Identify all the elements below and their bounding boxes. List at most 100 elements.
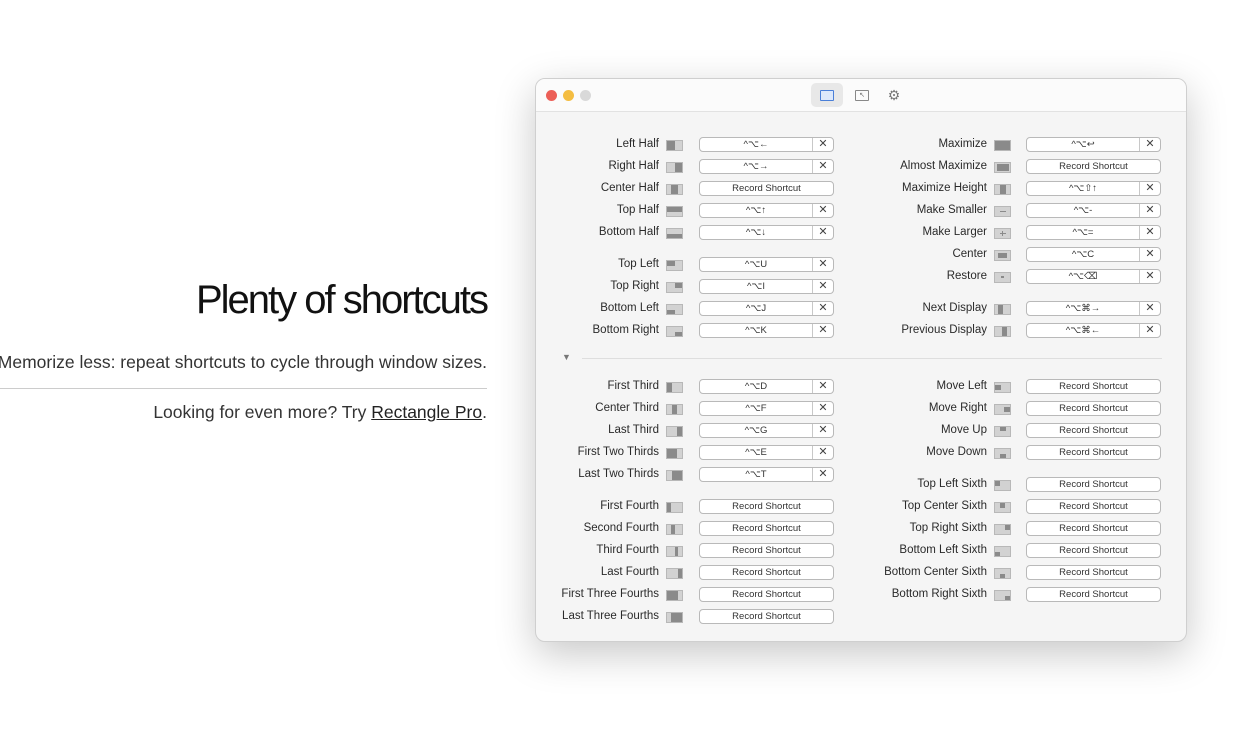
shortcut-recorder[interactable]: ^⌥↩ ✕ bbox=[1026, 137, 1161, 152]
icon-fill bbox=[1001, 327, 1007, 336]
shortcut-recorder[interactable]: Record Shortcut bbox=[1026, 423, 1161, 438]
shortcut-recorder[interactable]: Record Shortcut bbox=[699, 543, 834, 558]
shortcut-recorder[interactable]: ^⌥→ ✕ bbox=[699, 159, 834, 174]
move-left-icon bbox=[994, 382, 1011, 393]
clear-shortcut-button[interactable]: ✕ bbox=[812, 424, 833, 437]
shortcut-recorder[interactable]: ^⌥⌘→ ✕ bbox=[1026, 301, 1161, 316]
clear-shortcut-button[interactable]: ✕ bbox=[812, 468, 833, 481]
shortcut-label: Bottom Center Sixth bbox=[884, 566, 987, 578]
clear-shortcut-button[interactable]: ✕ bbox=[812, 226, 833, 239]
clear-shortcut-button[interactable]: ✕ bbox=[1139, 204, 1160, 217]
shortcut-value: Record Shortcut bbox=[732, 589, 801, 600]
icon-fill bbox=[670, 525, 675, 534]
clear-shortcut-button[interactable]: ✕ bbox=[812, 280, 833, 293]
clear-shortcut-button[interactable]: ✕ bbox=[812, 160, 833, 173]
shortcut-recorder[interactable]: ^⌥↓ ✕ bbox=[699, 225, 834, 240]
icon-fill bbox=[667, 261, 675, 266]
tab-snap-areas[interactable]: ↖ bbox=[846, 83, 878, 107]
top-left-sixth-icon bbox=[994, 480, 1011, 491]
top-right-sixth-icon bbox=[994, 524, 1011, 535]
shortcut-recorder[interactable]: Record Shortcut bbox=[1026, 521, 1161, 536]
center-half-icon bbox=[666, 184, 683, 195]
divider bbox=[0, 388, 487, 389]
shortcut-recorder[interactable]: ^⌥F ✕ bbox=[699, 401, 834, 416]
shortcut-recorder[interactable]: ^⌥C ✕ bbox=[1026, 247, 1161, 262]
top-left-icon bbox=[666, 260, 683, 271]
shortcut-recorder[interactable]: Record Shortcut bbox=[1026, 565, 1161, 580]
bottom-center-sixth-icon bbox=[994, 568, 1011, 579]
minimize-button[interactable] bbox=[563, 90, 574, 101]
tab-settings[interactable]: ⚙ bbox=[878, 83, 910, 107]
shortcut-label: Move Up bbox=[940, 424, 987, 436]
left-half-icon bbox=[666, 140, 683, 151]
clear-shortcut-button[interactable]: ✕ bbox=[812, 138, 833, 151]
clear-shortcut-button[interactable]: ✕ bbox=[1139, 182, 1160, 195]
shortcut-recorder[interactable]: Record Shortcut bbox=[1026, 499, 1161, 514]
disclosure-triangle-icon[interactable]: ▼ bbox=[562, 352, 571, 362]
last-third-icon bbox=[666, 426, 683, 437]
shortcut-recorder[interactable]: ^⌥J ✕ bbox=[699, 301, 834, 316]
shortcut-label: Top Right bbox=[610, 280, 659, 292]
hero-title: Plenty of shortcuts bbox=[195, 278, 489, 322]
shortcut-recorder[interactable]: ^⌥↑ ✕ bbox=[699, 203, 834, 218]
shortcut-recorder[interactable]: Record Shortcut bbox=[699, 609, 834, 624]
clear-shortcut-button[interactable]: ✕ bbox=[812, 402, 833, 415]
shortcut-label: Bottom Right bbox=[592, 324, 659, 336]
shortcut-recorder[interactable]: Record Shortcut bbox=[699, 499, 834, 514]
zoom-button[interactable] bbox=[580, 90, 591, 101]
shortcut-recorder[interactable]: Record Shortcut bbox=[1026, 159, 1161, 174]
shortcut-recorder[interactable]: Record Shortcut bbox=[1026, 445, 1161, 460]
shortcut-recorder[interactable]: Record Shortcut bbox=[699, 565, 834, 580]
clear-shortcut-button[interactable]: ✕ bbox=[812, 258, 833, 271]
shortcut-recorder[interactable]: ^⌥⌘← ✕ bbox=[1026, 323, 1161, 338]
icon-fill bbox=[674, 163, 682, 172]
clear-shortcut-button[interactable]: ✕ bbox=[812, 324, 833, 337]
clear-shortcut-button[interactable]: ✕ bbox=[812, 446, 833, 459]
rectangle-pro-link[interactable]: Rectangle Pro bbox=[371, 402, 482, 422]
clear-shortcut-button[interactable]: ✕ bbox=[1139, 226, 1160, 239]
shortcut-value: ^⌥⌫ bbox=[1068, 271, 1098, 282]
shortcut-recorder[interactable]: ^⌥T ✕ bbox=[699, 467, 834, 482]
shortcut-recorder[interactable]: ^⌥K ✕ bbox=[699, 323, 834, 338]
shortcut-value: Record Shortcut bbox=[732, 545, 801, 556]
shortcut-value: ^⌥⌘→ bbox=[1065, 303, 1101, 314]
icon-fill bbox=[671, 471, 682, 480]
tab-shortcuts[interactable] bbox=[811, 83, 843, 107]
clear-shortcut-button[interactable]: ✕ bbox=[1139, 138, 1160, 151]
more-suffix: . bbox=[482, 402, 487, 422]
clear-shortcut-button[interactable]: ✕ bbox=[1139, 324, 1160, 337]
shortcut-recorder[interactable]: ^⌥U ✕ bbox=[699, 257, 834, 272]
shortcut-recorder[interactable]: Record Shortcut bbox=[1026, 379, 1161, 394]
shortcut-recorder[interactable]: ^⌥G ✕ bbox=[699, 423, 834, 438]
shortcut-recorder[interactable]: Record Shortcut bbox=[1026, 477, 1161, 492]
clear-shortcut-button[interactable]: ✕ bbox=[812, 204, 833, 217]
shortcut-recorder[interactable]: ^⌥← ✕ bbox=[699, 137, 834, 152]
clear-shortcut-button[interactable]: ✕ bbox=[812, 302, 833, 315]
shortcut-label: Maximize Height bbox=[902, 182, 987, 194]
shortcut-recorder[interactable]: Record Shortcut bbox=[699, 181, 834, 196]
clear-shortcut-button[interactable]: ✕ bbox=[1139, 270, 1160, 283]
shortcut-recorder[interactable]: Record Shortcut bbox=[1026, 401, 1161, 416]
icon-fill bbox=[678, 569, 682, 578]
shortcut-recorder[interactable]: ^⌥D ✕ bbox=[699, 379, 834, 394]
shortcut-recorder[interactable]: Record Shortcut bbox=[1026, 587, 1161, 602]
shortcut-recorder[interactable]: Record Shortcut bbox=[1026, 543, 1161, 558]
shortcut-value: Record Shortcut bbox=[1059, 589, 1128, 600]
clear-shortcut-button[interactable]: ✕ bbox=[1139, 302, 1160, 315]
clear-shortcut-button[interactable]: ✕ bbox=[812, 380, 833, 393]
shortcut-recorder[interactable]: Record Shortcut bbox=[699, 587, 834, 602]
shortcut-recorder[interactable]: ^⌥⇧↑ ✕ bbox=[1026, 181, 1161, 196]
shortcut-recorder[interactable]: ^⌥⌫ ✕ bbox=[1026, 269, 1161, 284]
shortcut-recorder[interactable]: ^⌥I ✕ bbox=[699, 279, 834, 294]
shortcut-recorder[interactable]: ^⌥E ✕ bbox=[699, 445, 834, 460]
shortcut-recorder[interactable]: Record Shortcut bbox=[699, 521, 834, 536]
shortcut-value: ^⌥↩ bbox=[1071, 139, 1095, 150]
settings-gear-icon: ⚙ bbox=[887, 86, 901, 103]
shortcut-value: Record Shortcut bbox=[1059, 425, 1128, 436]
icon-fill bbox=[667, 309, 675, 314]
shortcut-value: ^⌥K bbox=[745, 325, 767, 336]
clear-shortcut-button[interactable]: ✕ bbox=[1139, 248, 1160, 261]
shortcut-recorder[interactable]: ^⌥= ✕ bbox=[1026, 225, 1161, 240]
shortcut-recorder[interactable]: ^⌥- ✕ bbox=[1026, 203, 1161, 218]
close-button[interactable] bbox=[546, 90, 557, 101]
